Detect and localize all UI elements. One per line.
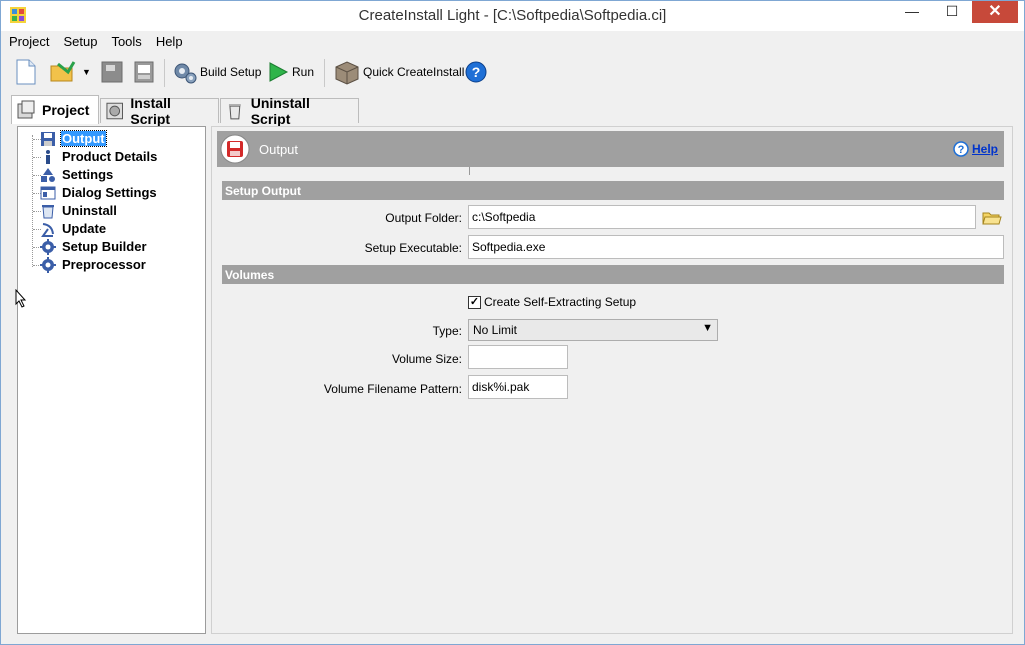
tree-item-product-details[interactable]: Product Details: [40, 148, 205, 165]
tree-item-label: Preprocessor: [62, 257, 146, 272]
volume-size-label: Volume Size:: [391, 352, 462, 366]
menu-project[interactable]: Project: [2, 32, 56, 49]
satellite-icon: [41, 222, 54, 237]
tree-item-label: Product Details: [62, 149, 158, 164]
tree-item-dialog-settings[interactable]: Dialog Settings: [40, 184, 205, 201]
checkbox-checked-icon: ✓: [468, 295, 481, 309]
close-button[interactable]: ✕: [972, 1, 1018, 23]
gear-icon: [40, 238, 56, 255]
project-tree[interactable]: Output Product Details Settings Dialog S…: [17, 126, 206, 634]
tree-item-settings[interactable]: Settings: [40, 166, 205, 183]
type-select-value: No Limit: [473, 323, 518, 337]
install-script-icon: [106, 102, 123, 120]
print-icon: [134, 61, 154, 83]
toolbar-separator: [164, 59, 165, 87]
section-header-setup-output: Setup Output: [222, 181, 1004, 200]
menu-help[interactable]: Help: [149, 32, 190, 49]
floppy-icon: [41, 131, 55, 146]
maximize-button[interactable]: ☐: [937, 1, 967, 23]
svg-text:?: ?: [958, 144, 965, 156]
tree-item-label: Settings: [62, 167, 114, 182]
self-extracting-checkbox[interactable]: ✓ Create Self-Extracting Setup: [468, 295, 636, 309]
tree-item-update[interactable]: Update: [40, 220, 205, 237]
toolbar: ▼ Build Setup Run Quick CreateInstall ?: [2, 53, 1023, 91]
tab-strip: Project Install Script Uninstall Script: [11, 95, 411, 127]
tree-item-label: Output: [60, 130, 107, 147]
tab-uninstall-script[interactable]: Uninstall Script: [220, 95, 359, 127]
tree-item-label: Uninstall: [62, 203, 117, 218]
tab-project[interactable]: Project: [11, 95, 99, 124]
run-label: Run: [292, 65, 315, 79]
help-link-group: ? Help: [953, 141, 998, 157]
browse-folder-icon[interactable]: [982, 209, 1002, 227]
setup-executable-field[interactable]: Softpedia.exe: [468, 235, 1004, 259]
gear-icon: [40, 256, 56, 273]
recycle-bin-icon: [228, 104, 241, 120]
quick-createinstall-button[interactable]: Quick CreateInstall: [334, 57, 464, 87]
panel-header: Output ? Help: [217, 131, 1004, 167]
tree-item-label: Update: [62, 221, 107, 236]
tree-item-preprocessor[interactable]: Preprocessor: [40, 256, 205, 273]
open-dropdown-button[interactable]: ▼: [82, 57, 91, 87]
chevron-down-icon: ▼: [82, 67, 91, 77]
volume-pattern-label: Volume Filename Pattern:: [323, 382, 462, 396]
project-icon: [17, 100, 35, 119]
floppy-red-icon: [220, 134, 250, 164]
quick-createinstall-label: Quick CreateInstall: [363, 65, 465, 79]
tab-install-script-label: Install Script: [130, 95, 171, 127]
help-button[interactable]: ?: [465, 57, 487, 87]
mouse-cursor-icon: [15, 289, 27, 308]
app-window: CreateInstall Light - [C:\Softpedia\Soft…: [0, 0, 1025, 645]
build-gears-icon: [174, 63, 197, 84]
tree-item-output[interactable]: Output: [40, 130, 205, 147]
self-extracting-label: Create Self-Extracting Setup: [484, 295, 637, 309]
run-button[interactable]: Run: [267, 57, 314, 87]
menu-bar: Project Setup Tools Help: [2, 32, 1023, 52]
build-setup-label: Build Setup: [200, 65, 262, 79]
output-panel: Output ? Help Setup Output Output Folder…: [211, 126, 1013, 634]
tree-item-label: Dialog Settings: [62, 185, 157, 200]
box-icon: [335, 61, 359, 85]
help-icon: ?: [953, 141, 969, 157]
svg-text:?: ?: [472, 64, 481, 80]
info-icon: [46, 149, 50, 164]
volume-size-field[interactable]: [468, 345, 568, 369]
new-button[interactable]: [15, 57, 37, 87]
tree-item-label: Setup Builder: [62, 239, 147, 254]
build-setup-button[interactable]: Build Setup: [173, 57, 261, 87]
type-label: Type:: [432, 324, 462, 338]
output-folder-field[interactable]: c:\Softpedia: [468, 205, 976, 229]
save-icon: [101, 61, 123, 83]
open-button[interactable]: [50, 57, 76, 87]
save-button[interactable]: [101, 57, 123, 87]
new-file-icon: [16, 59, 36, 85]
output-folder-label: Output Folder:: [385, 211, 462, 225]
chevron-down-icon: ▼: [702, 322, 713, 334]
minimize-button[interactable]: —: [897, 1, 927, 23]
section-header-volumes: Volumes: [222, 265, 1004, 284]
window-title: CreateInstall Light - [C:\Softpedia\Soft…: [358, 7, 667, 24]
tree-item-uninstall[interactable]: Uninstall: [40, 202, 205, 219]
print-button[interactable]: [133, 57, 155, 87]
tree-item-setup-builder[interactable]: Setup Builder: [40, 238, 205, 255]
volume-pattern-field[interactable]: disk%i.pak: [468, 375, 568, 399]
title-bar: CreateInstall Light - [C:\Softpedia\Soft…: [1, 1, 1024, 31]
help-link[interactable]: Help: [972, 142, 998, 156]
panel-title: Output: [259, 142, 299, 157]
type-select[interactable]: No Limit ▼: [468, 319, 718, 341]
tab-uninstall-script-label: Uninstall Script: [250, 95, 310, 127]
uninstall-icon: [42, 204, 54, 218]
dialog-icon: [40, 186, 56, 199]
shapes-icon: [41, 167, 55, 182]
tab-install-script[interactable]: Install Script: [100, 95, 219, 127]
play-icon: [269, 62, 289, 82]
tab-project-label: Project: [42, 102, 90, 118]
menu-tools[interactable]: Tools: [104, 32, 148, 49]
splitter-mark: [469, 167, 470, 175]
help-icon: ?: [465, 61, 487, 83]
menu-setup[interactable]: Setup: [56, 32, 104, 49]
open-folder-icon: [50, 61, 76, 82]
toolbar-separator: [324, 59, 325, 87]
setup-executable-label: Setup Executable:: [364, 241, 462, 255]
